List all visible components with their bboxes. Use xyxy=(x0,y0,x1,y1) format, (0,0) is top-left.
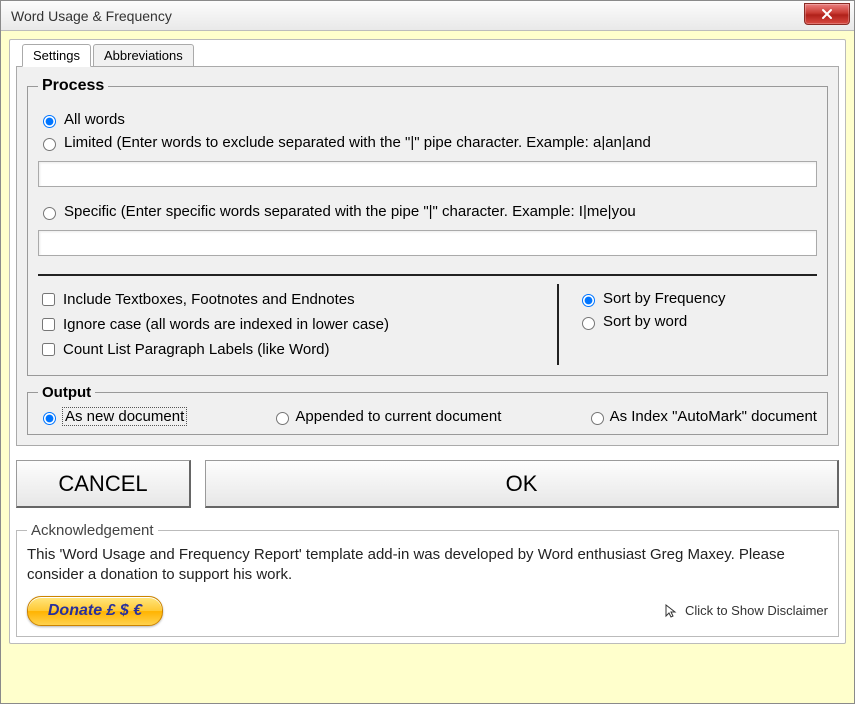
options-row: Include Textboxes, Footnotes and Endnote… xyxy=(38,284,817,365)
radio-output-appended-input[interactable] xyxy=(276,412,289,425)
tabs-row: Settings Abbreviations xyxy=(22,44,839,67)
close-button[interactable] xyxy=(804,3,850,25)
dialog-window: Word Usage & Frequency Settings Abbrevia… xyxy=(0,0,855,704)
window-title: Word Usage & Frequency xyxy=(11,8,172,24)
radio-limited[interactable]: Limited (Enter words to exclude separate… xyxy=(38,134,817,151)
output-row: As new document Appended to current docu… xyxy=(38,407,817,426)
donate-button[interactable]: Donate £ $ € xyxy=(27,596,163,626)
output-group: Output As new document Appended to curre… xyxy=(27,384,828,435)
check-ignore-case[interactable]: Ignore case (all words are indexed in lo… xyxy=(38,315,545,334)
radio-sort-word-input[interactable] xyxy=(582,317,595,330)
acknowledgement-legend: Acknowledgement xyxy=(27,522,158,539)
check-include-textboxes[interactable]: Include Textboxes, Footnotes and Endnote… xyxy=(38,290,545,309)
check-ignore-case-input[interactable] xyxy=(42,318,55,331)
button-row: CANCEL OK xyxy=(16,460,839,508)
radio-all-words-label: All words xyxy=(64,111,125,128)
acknowledgement-group: Acknowledgement This 'Word Usage and Fre… xyxy=(16,522,839,637)
radio-specific-label: Specific (Enter specific words separated… xyxy=(64,203,636,220)
check-count-labels[interactable]: Count List Paragraph Labels (like Word) xyxy=(38,340,545,359)
options-right: Sort by Frequency Sort by word xyxy=(557,284,817,365)
process-legend: Process xyxy=(38,77,108,95)
radio-output-automark-label: As Index "AutoMark" document xyxy=(610,408,817,425)
limited-words-input[interactable] xyxy=(38,161,817,187)
cancel-button[interactable]: CANCEL xyxy=(16,460,191,508)
radio-sort-word-label: Sort by word xyxy=(603,313,687,330)
radio-all-words[interactable]: All words xyxy=(38,111,817,128)
specific-words-input[interactable] xyxy=(38,230,817,256)
radio-output-newdoc-input[interactable] xyxy=(43,412,56,425)
check-include-textboxes-input[interactable] xyxy=(42,293,55,306)
radio-all-words-input[interactable] xyxy=(43,115,56,128)
close-icon xyxy=(821,8,833,20)
tab-settings[interactable]: Settings xyxy=(22,44,91,67)
dialog-body: Settings Abbreviations Process All words… xyxy=(1,31,854,703)
titlebar: Word Usage & Frequency xyxy=(1,1,854,31)
check-count-labels-label: Count List Paragraph Labels (like Word) xyxy=(63,341,330,358)
check-count-labels-input[interactable] xyxy=(42,343,55,356)
radio-output-newdoc-label: As new document xyxy=(62,407,187,426)
process-group: Process All words Limited (Enter words t… xyxy=(27,77,828,376)
radio-limited-label: Limited (Enter words to exclude separate… xyxy=(64,134,651,151)
check-include-textboxes-label: Include Textboxes, Footnotes and Endnote… xyxy=(63,291,355,308)
radio-output-appended-label: Appended to current document xyxy=(295,408,501,425)
separator-line xyxy=(38,274,817,276)
options-left: Include Textboxes, Footnotes and Endnote… xyxy=(38,284,557,365)
radio-output-automark[interactable]: As Index "AutoMark" document xyxy=(586,408,817,425)
radio-specific-input[interactable] xyxy=(43,207,56,220)
radio-output-automark-input[interactable] xyxy=(591,412,604,425)
radio-specific[interactable]: Specific (Enter specific words separated… xyxy=(38,203,817,220)
tab-abbreviations[interactable]: Abbreviations xyxy=(93,44,194,67)
radio-sort-frequency[interactable]: Sort by Frequency xyxy=(577,290,817,307)
radio-output-appended[interactable]: Appended to current document xyxy=(271,408,501,425)
tab-content-settings: Process All words Limited (Enter words t… xyxy=(16,66,839,446)
ok-button[interactable]: OK xyxy=(205,460,839,508)
radio-sort-frequency-label: Sort by Frequency xyxy=(603,290,726,307)
disclaimer-label: Click to Show Disclaimer xyxy=(685,603,828,618)
radio-sort-frequency-input[interactable] xyxy=(582,294,595,307)
main-panel: Settings Abbreviations Process All words… xyxy=(9,39,846,644)
cursor-icon xyxy=(663,603,679,619)
disclaimer-link[interactable]: Click to Show Disclaimer xyxy=(663,603,828,619)
radio-sort-word[interactable]: Sort by word xyxy=(577,313,817,330)
check-ignore-case-label: Ignore case (all words are indexed in lo… xyxy=(63,316,389,333)
radio-output-newdoc[interactable]: As new document xyxy=(38,407,187,426)
acknowledgement-text: This 'Word Usage and Frequency Report' t… xyxy=(27,545,828,586)
output-legend: Output xyxy=(38,384,95,401)
radio-limited-input[interactable] xyxy=(43,138,56,151)
acknowledgement-footer: Donate £ $ € Click to Show Disclaimer xyxy=(27,596,828,626)
